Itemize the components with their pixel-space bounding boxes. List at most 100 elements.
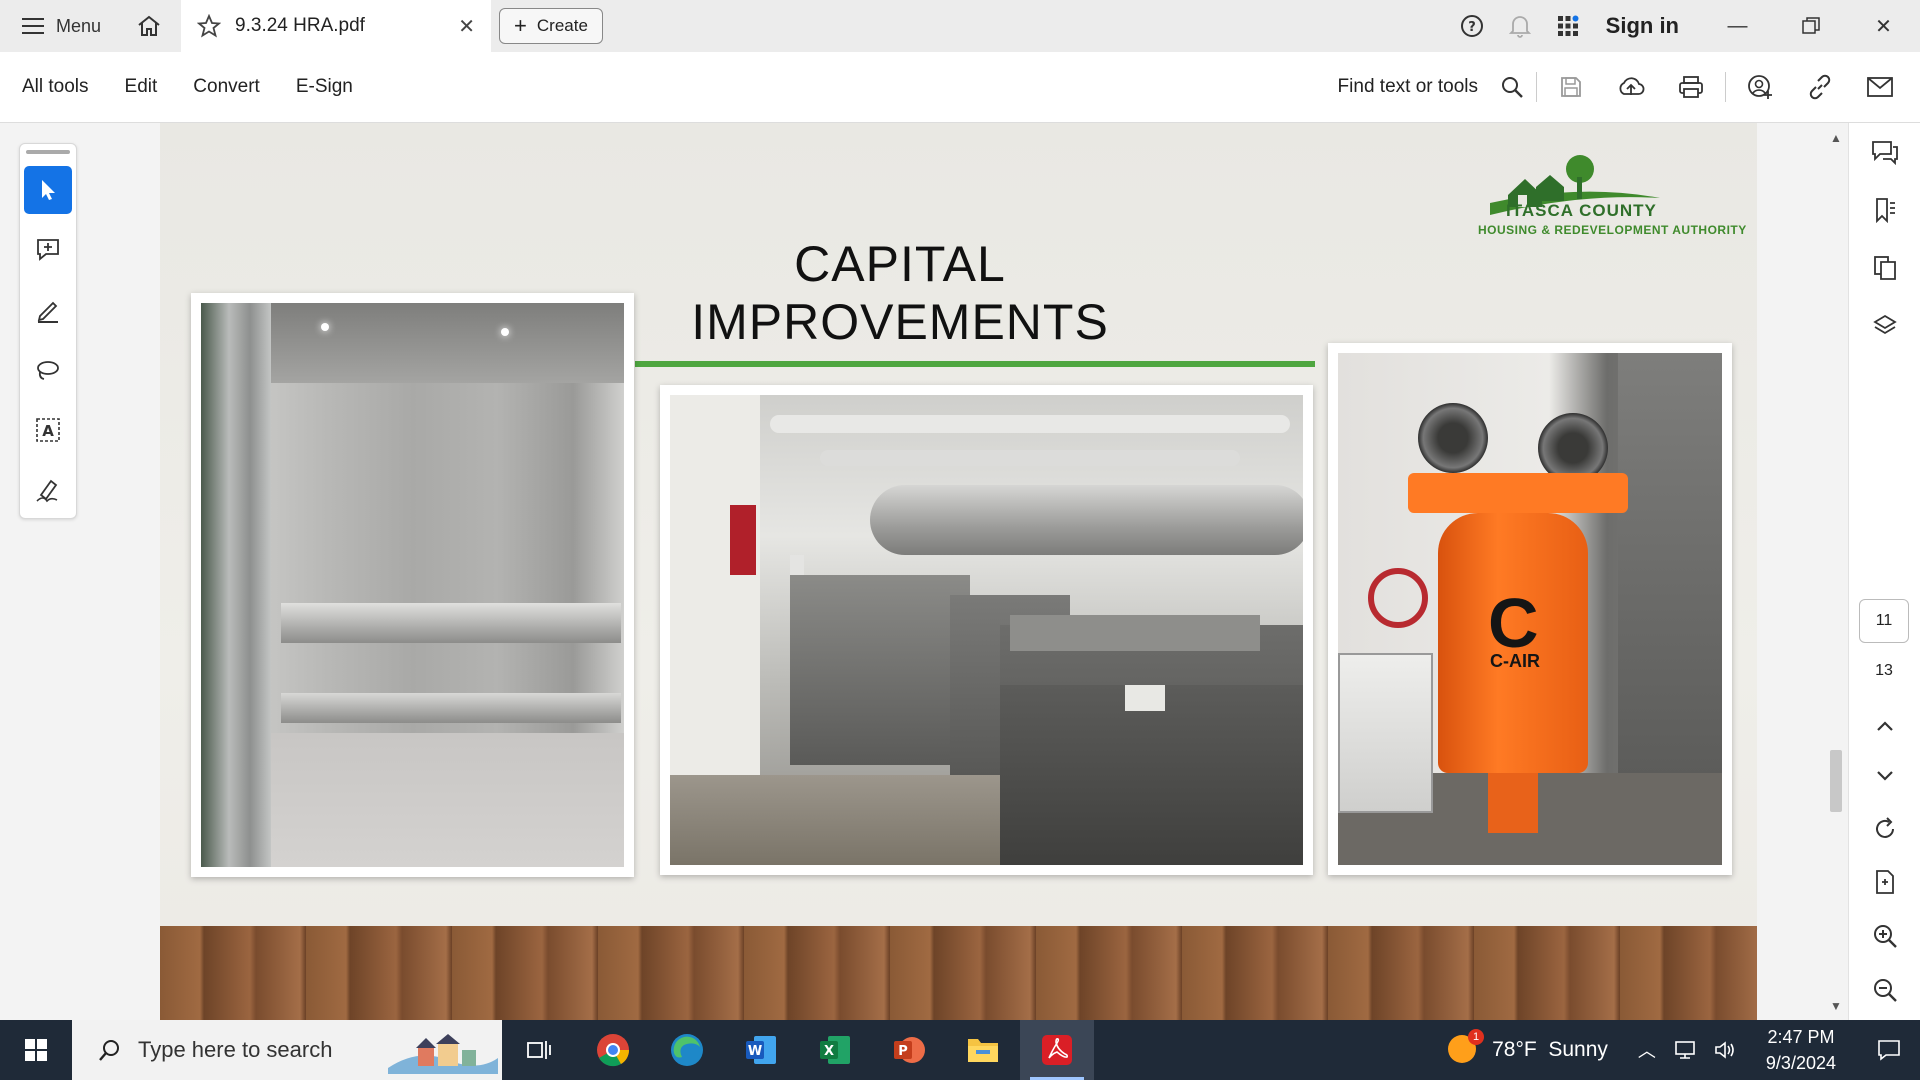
vertical-scrollbar[interactable]: ▲ ▼ xyxy=(1824,123,1848,1020)
add-comment-tool-button[interactable] xyxy=(24,226,72,274)
create-button[interactable]: + Create xyxy=(499,8,603,44)
link-icon[interactable] xyxy=(1790,62,1850,112)
scroll-down-arrow-icon[interactable]: ▼ xyxy=(1830,999,1842,1013)
minimize-button[interactable]: — xyxy=(1701,0,1774,52)
save-icon[interactable] xyxy=(1541,62,1601,112)
e-sign-menu[interactable]: E-Sign xyxy=(296,76,353,98)
toolbar-divider xyxy=(1725,72,1726,102)
apps-grid-icon[interactable] xyxy=(1544,0,1592,52)
close-tab-icon[interactable]: ✕ xyxy=(458,14,475,39)
excel-icon[interactable]: X xyxy=(798,1020,872,1080)
lasso-draw-icon xyxy=(37,361,59,380)
star-icon[interactable] xyxy=(197,14,222,38)
restore-icon xyxy=(1801,17,1820,34)
windows-taskbar: Type here to search W X P 1 78°F Sunny ︿… xyxy=(0,1020,1920,1080)
powerpoint-icon[interactable]: P xyxy=(872,1020,946,1080)
svg-text:?: ? xyxy=(1468,20,1476,35)
hamburger-icon xyxy=(22,18,44,34)
taskbar-search-box[interactable]: Type here to search xyxy=(72,1020,502,1080)
cursor-icon xyxy=(42,180,55,200)
clock-time: 2:47 PM xyxy=(1767,1027,1835,1047)
toolbar-divider xyxy=(1536,72,1537,102)
create-label: Create xyxy=(536,16,588,35)
zoom-out-icon[interactable] xyxy=(1849,961,1920,1019)
chrome-icon[interactable] xyxy=(576,1020,650,1080)
edit-menu[interactable]: Edit xyxy=(125,76,158,98)
svg-text:W: W xyxy=(748,1044,762,1059)
cloud-upload-icon[interactable] xyxy=(1601,62,1661,112)
menu-button[interactable]: Menu xyxy=(0,0,123,52)
comment-plus-icon xyxy=(37,239,59,261)
air-compressor-photo: C C-AIR xyxy=(1328,343,1732,875)
svg-text:A: A xyxy=(42,422,54,440)
document-tab[interactable]: 9.3.24 HRA.pdf ✕ xyxy=(181,0,492,52)
search-icon[interactable] xyxy=(1492,62,1532,112)
scroll-up-arrow-icon[interactable]: ▲ xyxy=(1830,131,1842,145)
notification-bell-icon[interactable] xyxy=(1496,0,1544,52)
weather-alert-badge: 1 xyxy=(1468,1029,1485,1045)
next-page-chevron-down-icon[interactable] xyxy=(1849,747,1920,805)
network-icon[interactable] xyxy=(1674,1040,1696,1060)
title-underline xyxy=(635,361,1315,367)
slide-title: CAPITAL IMPROVEMENTS xyxy=(691,236,1109,350)
restore-button[interactable] xyxy=(1774,0,1847,52)
rail-drag-handle[interactable] xyxy=(26,150,70,154)
home-icon xyxy=(138,15,160,36)
plus-icon: + xyxy=(514,13,527,38)
total-pages-indicator: 13 xyxy=(1875,662,1893,679)
start-button[interactable] xyxy=(0,1020,72,1080)
tab-title: 9.3.24 HRA.pdf xyxy=(235,15,365,36)
notification-center-icon[interactable] xyxy=(1858,1020,1920,1080)
right-side-panel: 11 13 xyxy=(1848,123,1920,1020)
search-icon xyxy=(99,1040,119,1061)
volume-icon[interactable] xyxy=(1714,1040,1736,1060)
sign-tool-button[interactable] xyxy=(24,466,72,514)
page-settings-icon[interactable] xyxy=(1849,853,1920,911)
edge-icon[interactable] xyxy=(650,1020,724,1080)
draw-tool-button[interactable] xyxy=(24,346,72,394)
task-view-icon[interactable] xyxy=(502,1020,576,1080)
signature-pen-icon xyxy=(36,479,58,503)
current-page-indicator[interactable]: 11 xyxy=(1859,599,1909,643)
all-tools-menu[interactable]: All tools xyxy=(22,76,89,98)
highlight-tool-button[interactable] xyxy=(24,286,72,334)
text-box-tool-button[interactable]: A xyxy=(24,406,72,454)
pdf-page: ITASCA COUNTY HOUSING & REDEVELOPMENT AU… xyxy=(160,123,1757,1020)
comments-icon[interactable] xyxy=(1849,123,1920,181)
boiler-room-photo xyxy=(660,385,1313,875)
rotate-icon[interactable] xyxy=(1849,800,1920,858)
email-icon[interactable] xyxy=(1850,62,1910,112)
search-highlight-illustration-icon xyxy=(388,1034,498,1074)
close-window-button[interactable]: ✕ xyxy=(1847,0,1920,52)
scrollbar-thumb[interactable] xyxy=(1830,750,1842,812)
main-toolbar: All tools Edit Convert E-Sign Find text … xyxy=(0,52,1920,123)
svg-text:X: X xyxy=(824,1044,834,1059)
zoom-in-icon[interactable] xyxy=(1849,907,1920,965)
print-icon[interactable] xyxy=(1661,62,1721,112)
chevron-up-icon[interactable]: ︿ xyxy=(1638,1037,1656,1063)
word-icon[interactable]: W xyxy=(724,1020,798,1080)
file-explorer-icon[interactable] xyxy=(946,1020,1020,1080)
sign-in-button[interactable]: Sign in xyxy=(1592,13,1701,39)
system-clock[interactable]: 2:47 PM 9/3/2024 xyxy=(1744,1024,1858,1076)
text-box-icon: A xyxy=(36,418,60,442)
help-icon[interactable]: ? xyxy=(1448,0,1496,52)
compressor-brand: C-AIR xyxy=(1490,651,1540,671)
clock-date: 9/3/2024 xyxy=(1765,1053,1836,1073)
page-thumbnails-icon[interactable] xyxy=(1849,239,1920,297)
title-bar: Menu 9.3.24 HRA.pdf ✕ + Create ? Sign in… xyxy=(0,0,1920,52)
logo-title: ITASCA COUNTY xyxy=(1506,201,1657,220)
find-text-or-tools[interactable]: Find text or tools xyxy=(1338,76,1492,98)
convert-menu[interactable]: Convert xyxy=(193,76,260,98)
search-placeholder: Type here to search xyxy=(138,1037,333,1062)
select-tool-button[interactable] xyxy=(24,166,72,214)
layers-icon[interactable] xyxy=(1849,297,1920,355)
share-user-icon[interactable] xyxy=(1730,62,1790,112)
menu-label: Menu xyxy=(56,15,102,36)
bookmarks-icon[interactable] xyxy=(1849,181,1920,239)
home-button[interactable] xyxy=(123,0,175,52)
acrobat-icon[interactable] xyxy=(1020,1020,1094,1080)
svg-text:P: P xyxy=(898,1044,908,1059)
elevator-photo xyxy=(191,293,634,877)
weather-widget[interactable]: 1 78°F Sunny xyxy=(1448,1029,1638,1065)
